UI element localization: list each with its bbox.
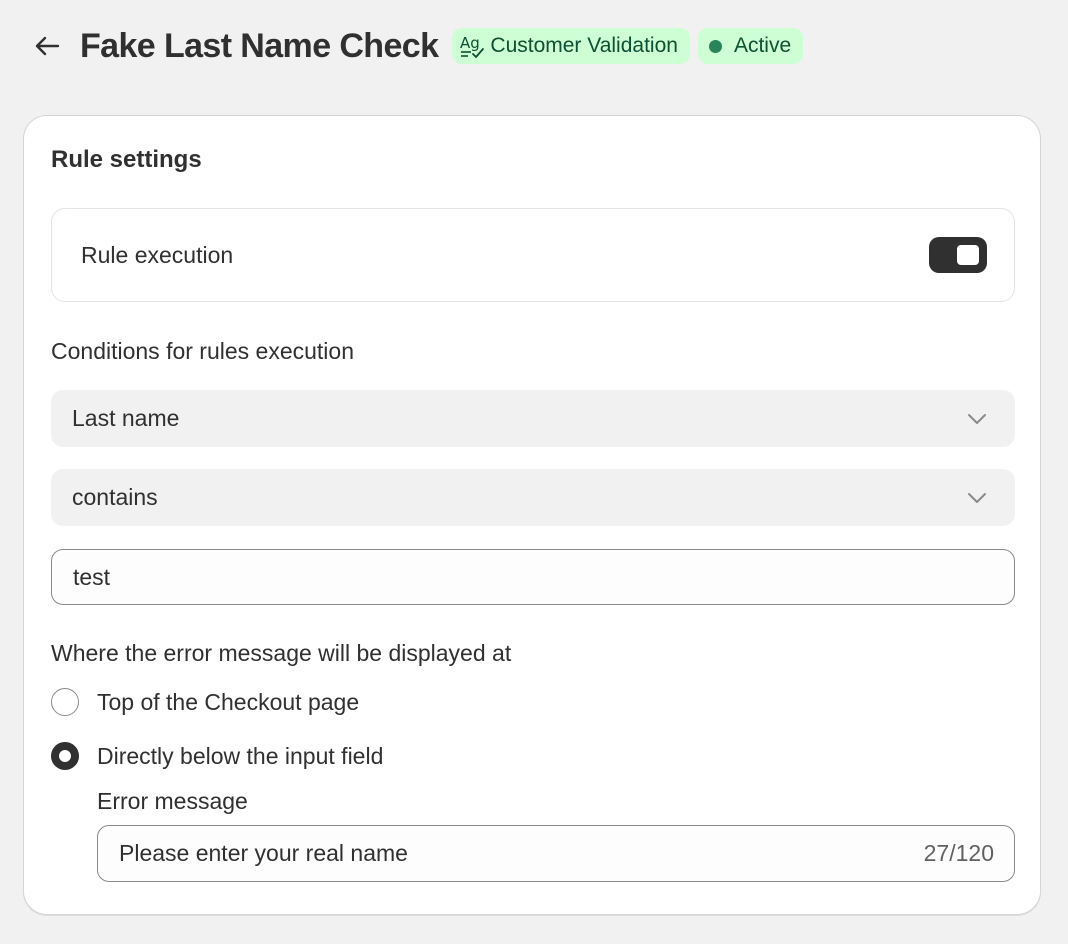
chevron-down-icon xyxy=(968,413,986,424)
arrow-left-icon xyxy=(35,36,60,56)
page-title: Fake Last Name Check xyxy=(80,26,439,65)
radio-button[interactable] xyxy=(51,688,79,716)
conditions-label: Conditions for rules execution xyxy=(51,338,354,364)
status-badge: Active xyxy=(697,28,804,64)
svg-text:Ag: Ag xyxy=(460,34,480,52)
rule-settings-card: Rule settings Rule execution Conditions … xyxy=(23,115,1041,915)
condition-value-text: test xyxy=(73,563,111,590)
rule-execution-box: Rule execution xyxy=(51,208,1015,302)
display-location-label: Where the error message will be displaye… xyxy=(51,640,512,666)
error-message-label: Error message xyxy=(97,788,248,814)
radio-label: Directly below the input field xyxy=(97,742,384,769)
radio-label: Top of the Checkout page xyxy=(97,688,360,715)
condition-value-input[interactable]: test xyxy=(51,549,1015,605)
card-title: Rule settings xyxy=(51,146,202,173)
rule-execution-label: Rule execution xyxy=(81,241,234,268)
text-check-icon: Ag xyxy=(460,34,485,58)
status-badge-label: Active xyxy=(733,34,792,57)
error-message-text: Please enter your real name xyxy=(119,840,408,866)
field-select-value: Last name xyxy=(72,405,180,431)
page-header: Fake Last Name Check Ag Customer Validat… xyxy=(32,24,804,68)
character-counter: 27/120 xyxy=(923,840,994,866)
radio-top-of-checkout[interactable]: Top of the Checkout page xyxy=(51,688,359,716)
category-badge: Ag Customer Validation xyxy=(452,28,690,64)
rule-execution-toggle[interactable] xyxy=(929,237,987,273)
toggle-knob xyxy=(957,245,979,265)
field-select[interactable]: Last name xyxy=(51,390,1015,447)
error-message-input[interactable]: Please enter your real name 27/120 xyxy=(97,825,1015,882)
back-button[interactable] xyxy=(32,31,62,61)
operator-select-value: contains xyxy=(72,484,158,510)
status-dot-icon xyxy=(708,39,722,53)
category-badge-label: Customer Validation xyxy=(490,34,678,57)
operator-select[interactable]: contains xyxy=(51,469,1015,526)
radio-button-selected[interactable] xyxy=(51,742,79,770)
chevron-down-icon xyxy=(968,492,986,503)
radio-below-input-field[interactable]: Directly below the input field xyxy=(51,742,383,770)
